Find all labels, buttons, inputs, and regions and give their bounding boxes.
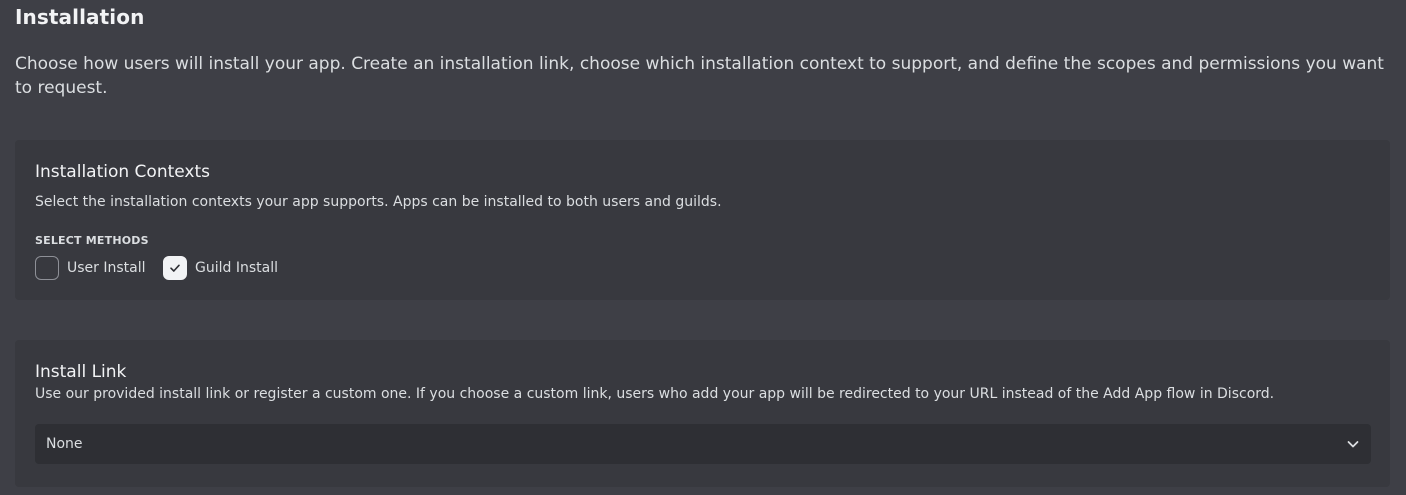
page-title: Installation [15, 5, 145, 29]
select-methods-label: SELECT METHODS [35, 234, 149, 247]
guild-install-option[interactable]: Guild Install [163, 256, 278, 280]
install-link-select[interactable]: None [35, 424, 1371, 464]
page-description: Choose how users will install your app. … [15, 54, 1384, 98]
user-install-label: User Install [67, 260, 146, 276]
checkmark-icon [170, 264, 180, 272]
guild-install-label: Guild Install [195, 260, 278, 276]
installation-contexts-description: Select the installation contexts your ap… [35, 194, 722, 210]
install-link-card: Install Link Use our provided install li… [15, 340, 1390, 487]
installation-page: Installation Choose how users will insta… [0, 0, 1406, 495]
user-install-checkbox[interactable] [35, 256, 59, 280]
guild-install-checkbox[interactable] [163, 256, 187, 280]
user-install-option[interactable]: User Install [35, 256, 146, 280]
install-link-select-value: None [46, 436, 83, 452]
install-link-title: Install Link [35, 362, 127, 382]
installation-contexts-title: Installation Contexts [35, 162, 211, 182]
install-link-description: Use our provided install link or registe… [35, 386, 1275, 402]
installation-contexts-card: Installation Contexts Select the install… [15, 140, 1390, 300]
chevron-down-icon[interactable] [1345, 436, 1361, 452]
